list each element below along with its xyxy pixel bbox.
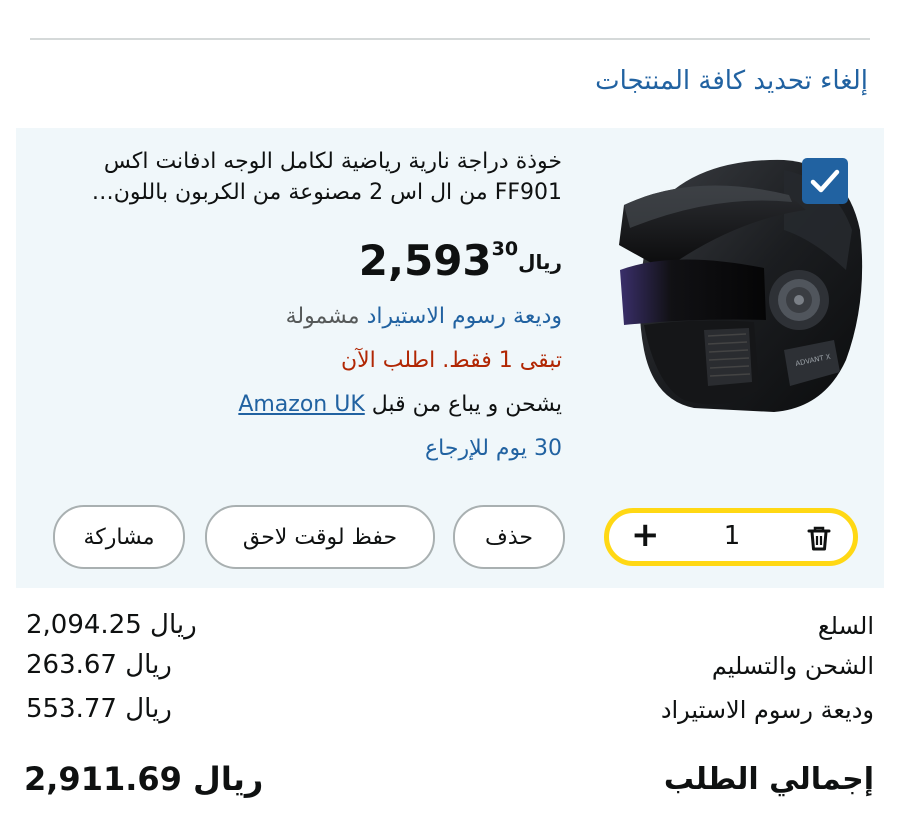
item-price: ريال 2,59330 [359, 236, 562, 285]
deselect-all-link[interactable]: إلغاء تحديد كافة المنتجات [595, 66, 868, 96]
save-for-later-button[interactable]: حفظ لوقت لاحق [205, 505, 435, 569]
quantity-value: 1 [723, 521, 741, 551]
summary-shipping-value: 263.67 ريال [26, 650, 172, 680]
stock-status: تبقى 1 فقط. اطلب الآن [340, 348, 562, 373]
import-deposit-link[interactable]: وديعة رسوم الاستيراد [367, 304, 562, 329]
import-deposit-line: وديعة رسوم الاستيراد مشمولة [286, 304, 562, 329]
plus-icon[interactable]: + [631, 515, 660, 555]
shipped-by-prefix: يشحن و يباع من قبل [371, 392, 562, 417]
trash-icon[interactable] [804, 523, 834, 557]
item-select-checkbox[interactable] [802, 158, 848, 204]
order-total-label: إجمالي الطلب [663, 762, 874, 797]
summary-deposit-label: وديعة رسوم الاستيراد [660, 696, 874, 724]
shipped-by-line: يشحن و يباع من قبل Amazon UK [238, 392, 562, 417]
delete-button[interactable]: حذف [453, 505, 565, 569]
price-currency: ريال [518, 250, 562, 274]
summary-items-value: 2,094.25 ريال [26, 610, 197, 640]
import-deposit-suffix: مشمولة [285, 304, 360, 329]
summary-shipping-label: الشحن والتسليم [711, 652, 874, 680]
returns-link[interactable]: 30 يوم للإرجاع [425, 436, 562, 461]
checkmark-icon [810, 169, 840, 193]
price-whole: 2,593 [358, 236, 493, 285]
share-button[interactable]: مشاركة [53, 505, 185, 569]
summary-items-label: السلع [817, 612, 874, 640]
top-divider [30, 38, 870, 40]
cart-item-card: ADVANT X خوذة دراجة نارية رياضية لكامل ا… [16, 128, 884, 588]
summary-deposit-value: 553.77 ريال [26, 694, 172, 724]
price-fraction: 30 [491, 238, 519, 260]
product-title-link[interactable]: خوذة دراجة نارية رياضية لكامل الوجه ادفا… [42, 146, 562, 208]
order-total-value: 2,911.69 ريال [24, 760, 264, 798]
seller-link[interactable]: Amazon UK [238, 392, 364, 417]
quantity-stepper: 1 + [604, 508, 858, 566]
